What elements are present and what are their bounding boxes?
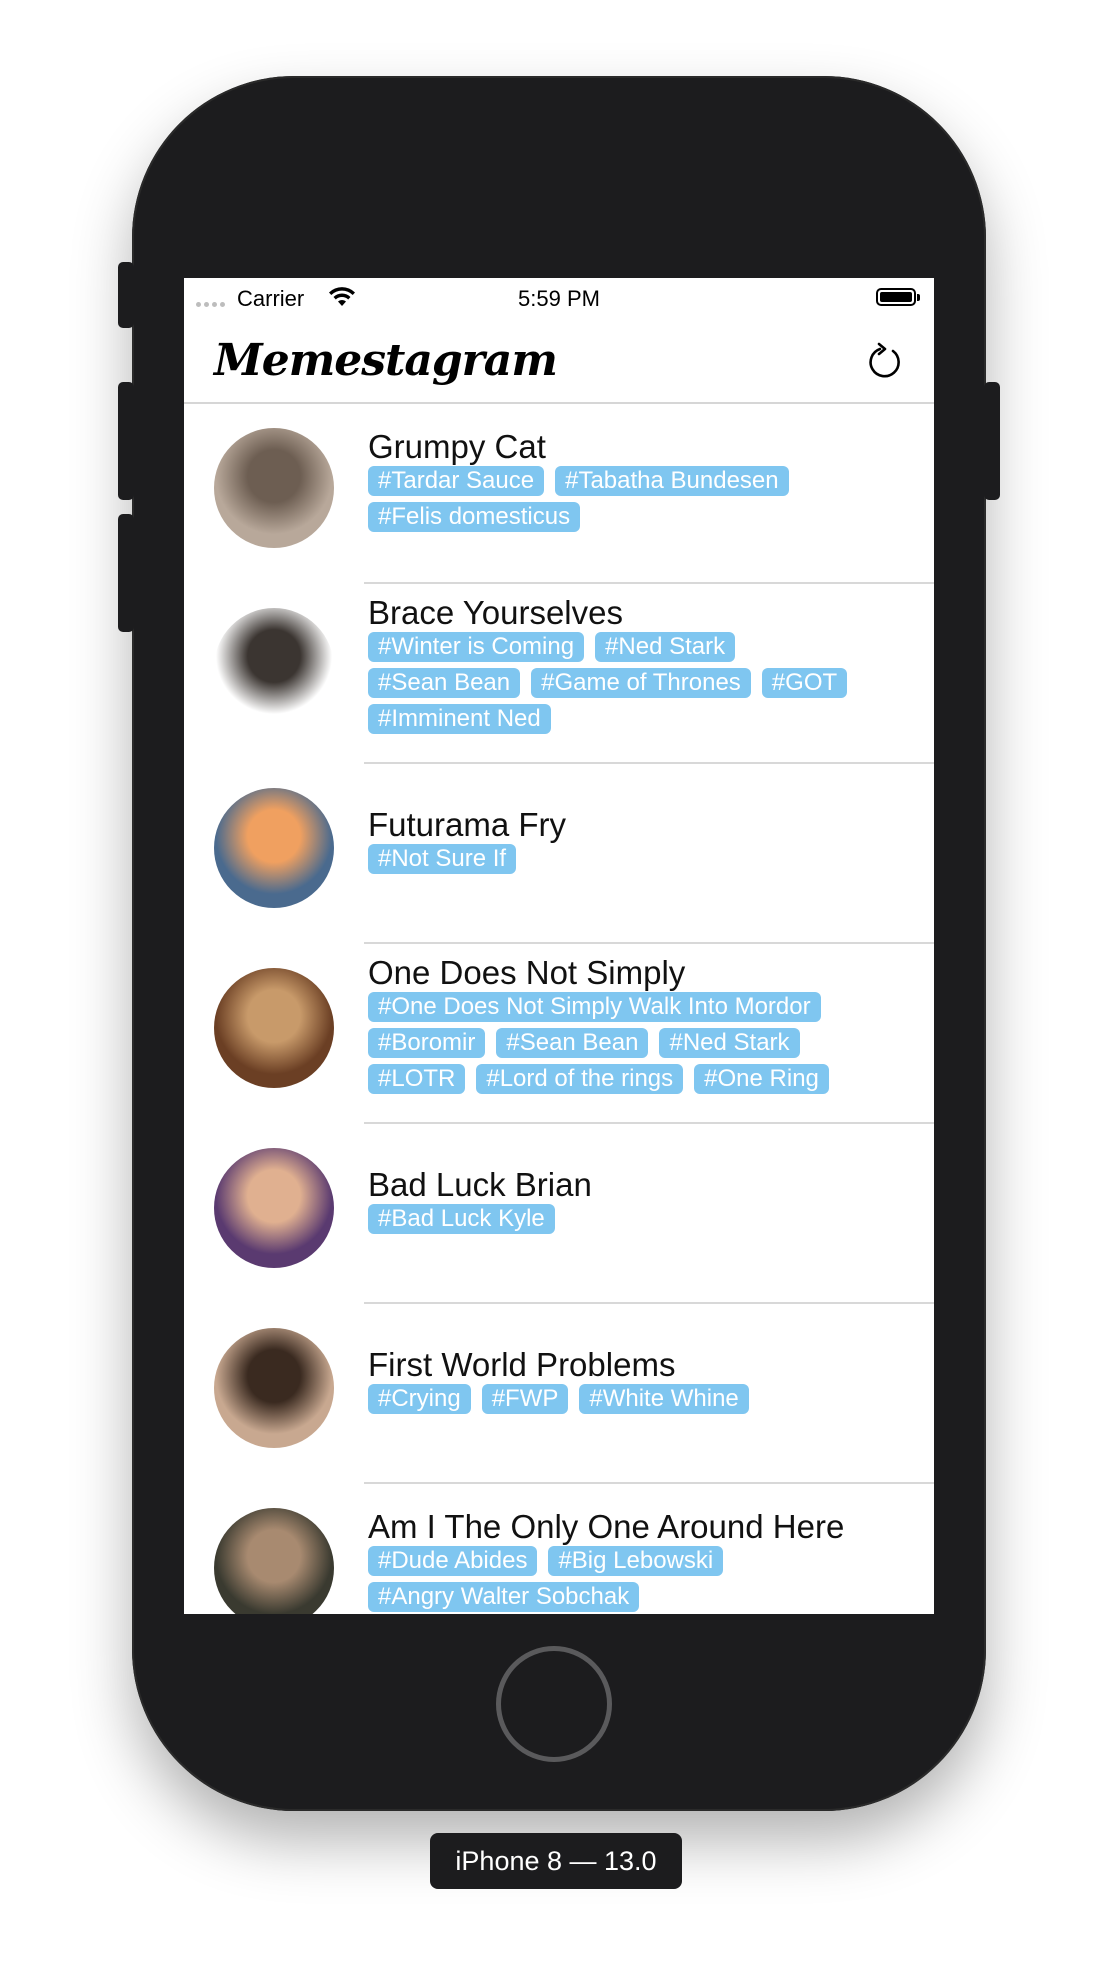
meme-row[interactable]: One Does Not Simply #One Does Not Simply…: [184, 944, 934, 1124]
meme-row[interactable]: Am I The Only One Around Here #Dude Abid…: [184, 1484, 934, 1614]
battery-icon: [876, 288, 920, 306]
meme-row[interactable]: Futurama Fry #Not Sure If: [184, 764, 934, 944]
status-time: 5:59 PM: [518, 286, 600, 311]
volume-up-button: [118, 382, 134, 500]
hashtag-chip[interactable]: #Bad Luck Kyle: [368, 1204, 555, 1234]
hashtag-chip[interactable]: #Angry Walter Sobchak: [368, 1582, 640, 1612]
status-bar: Carrier 5:59 PM: [184, 278, 934, 318]
meme-title: Grumpy Cat: [368, 428, 546, 465]
hashtag-chip[interactable]: #GOT: [761, 668, 848, 698]
meme-title: One Does Not Simply: [368, 954, 686, 991]
hashtag-chip[interactable]: #Ned Stark: [595, 632, 736, 662]
hashtag-chip[interactable]: #LOTR: [368, 1064, 466, 1094]
meme-avatar: [214, 968, 334, 1088]
hashtag-chip[interactable]: #Felis domesticus: [368, 502, 581, 532]
meme-title: Futurama Fry: [368, 806, 567, 843]
hashtag-chip[interactable]: #Imminent Ned: [368, 704, 551, 734]
hashtag-chip[interactable]: #FWP: [481, 1384, 569, 1414]
hashtag-chip[interactable]: #One Ring: [694, 1064, 829, 1094]
meme-title: First World Problems: [368, 1346, 676, 1383]
navigation-bar: Memestagram: [184, 318, 934, 404]
meme-avatar: [214, 428, 334, 548]
home-button[interactable]: [496, 1646, 612, 1762]
hashtag-chip[interactable]: #White Whine: [579, 1384, 749, 1414]
meme-list[interactable]: Grumpy Cat #Tardar Sauce #Tabatha Bundes…: [184, 404, 934, 1614]
meme-avatar: [214, 788, 334, 908]
meme-title: Brace Yourselves: [368, 594, 623, 631]
meme-avatar: [214, 608, 334, 728]
hashtag-chip[interactable]: #Game of Thrones: [531, 668, 751, 698]
refresh-icon[interactable]: [862, 340, 908, 386]
power-button: [984, 382, 1000, 500]
hashtag-chip[interactable]: #Sean Bean: [368, 668, 521, 698]
screen: Carrier 5:59 PM Memestagram Grumpy Cat #…: [184, 278, 934, 1614]
hashtag-chip[interactable]: #Tardar Sauce: [368, 466, 545, 496]
meme-avatar: [214, 1328, 334, 1448]
hashtag-chip[interactable]: #Sean Bean: [496, 1028, 649, 1058]
hashtag-chip[interactable]: #Tabatha Bundesen: [555, 466, 789, 496]
meme-title: Am I The Only One Around Here: [368, 1508, 845, 1545]
hashtag-chip[interactable]: #Lord of the rings: [476, 1064, 684, 1094]
volume-down-button: [118, 514, 134, 632]
meme-tags: #Crying #FWP #White Whine: [368, 1384, 888, 1414]
meme-tags: #Bad Luck Kyle: [368, 1204, 888, 1234]
hashtag-chip[interactable]: #Ned Stark: [659, 1028, 800, 1058]
app-logo-title: Memestagram: [214, 335, 558, 386]
meme-title: Bad Luck Brian: [368, 1166, 592, 1203]
meme-tags: #One Does Not Simply Walk Into Mordor #B…: [368, 992, 888, 1094]
mute-switch: [118, 262, 134, 328]
meme-tags: #Tardar Sauce #Tabatha Bundesen #Felis d…: [368, 466, 888, 532]
hashtag-chip[interactable]: #Crying: [368, 1384, 471, 1414]
hashtag-chip[interactable]: #Boromir: [368, 1028, 486, 1058]
meme-tags: #Not Sure If: [368, 844, 888, 874]
meme-avatar: [214, 1148, 334, 1268]
simulator-device-label: iPhone 8 — 13.0: [430, 1833, 682, 1889]
meme-row[interactable]: Brace Yourselves #Winter is Coming #Ned …: [184, 584, 934, 764]
hashtag-chip[interactable]: #Big Lebowski: [548, 1546, 724, 1576]
meme-row[interactable]: Bad Luck Brian #Bad Luck Kyle: [184, 1124, 934, 1304]
hashtag-chip[interactable]: #One Does Not Simply Walk Into Mordor: [368, 992, 821, 1022]
meme-tags: #Winter is Coming #Ned Stark #Sean Bean …: [368, 632, 888, 734]
hashtag-chip[interactable]: #Winter is Coming: [368, 632, 585, 662]
meme-row[interactable]: First World Problems #Crying #FWP #White…: [184, 1304, 934, 1484]
hashtag-chip[interactable]: #Not Sure If: [368, 844, 517, 874]
meme-avatar: [214, 1508, 334, 1614]
meme-tags: #Dude Abides #Big Lebowski #Angry Walter…: [368, 1546, 888, 1612]
hashtag-chip[interactable]: #Dude Abides: [368, 1546, 538, 1576]
meme-row[interactable]: Grumpy Cat #Tardar Sauce #Tabatha Bundes…: [184, 404, 934, 584]
